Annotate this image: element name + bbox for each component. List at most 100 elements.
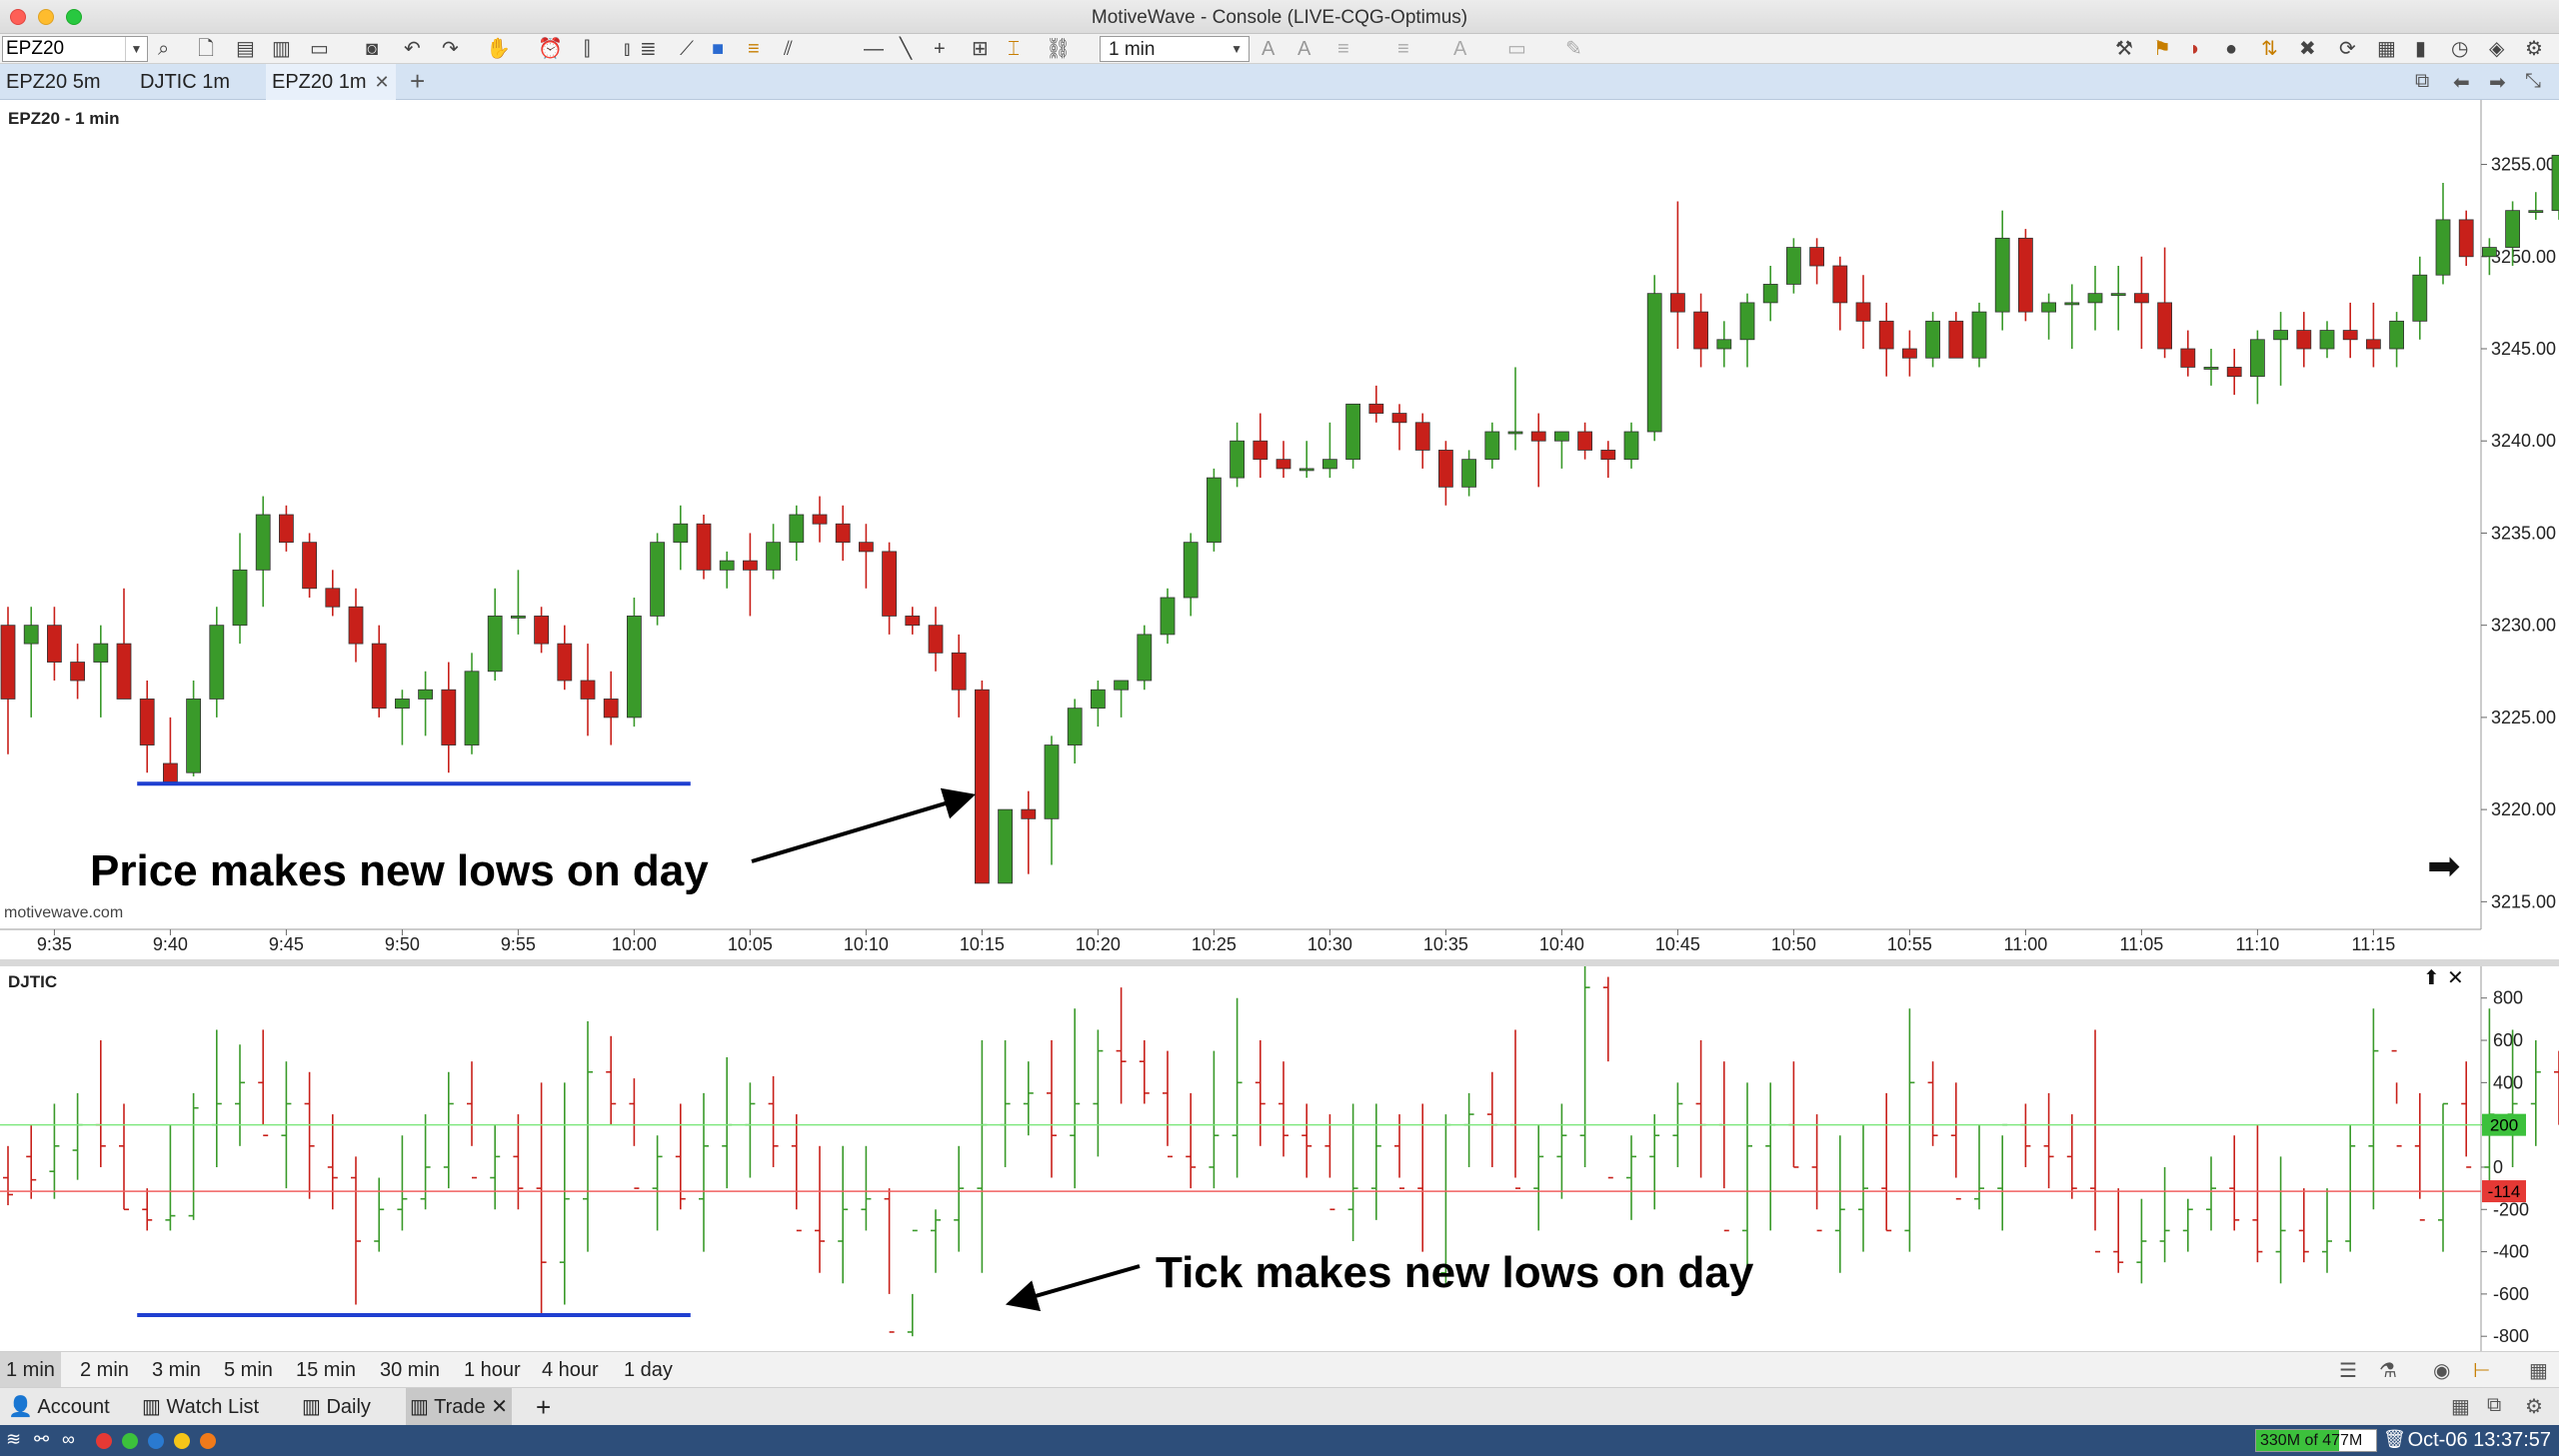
tab-djtic-1m[interactable]: DJTIC 1m bbox=[134, 64, 236, 100]
eye-icon[interactable]: ◉ bbox=[2433, 1358, 2450, 1383]
symbol-selector[interactable]: ▼ bbox=[2, 36, 148, 62]
candle bbox=[418, 671, 434, 736]
tools-icon[interactable]: ⚒ bbox=[2115, 38, 2133, 60]
price-tick-label: 3250.00 bbox=[2491, 247, 2556, 267]
save-as-icon[interactable]: ▥ bbox=[272, 38, 291, 60]
strategy-icon[interactable]: ⚑ bbox=[2153, 38, 2171, 60]
font-larger-icon[interactable]: A bbox=[1262, 38, 1275, 60]
bar-style-icon[interactable]: ⫾ bbox=[624, 38, 630, 60]
list-icon[interactable]: ☰ bbox=[2339, 1358, 2357, 1383]
clock-icon[interactable]: ◷ bbox=[2451, 38, 2468, 60]
fibonacci-icon[interactable]: ≡ bbox=[748, 38, 760, 60]
tick-bar bbox=[2368, 1008, 2379, 1210]
chart-area[interactable]: 9:35 9:40 9:45 9:50 9:55 10:00 10:05 10:10 10:15… bbox=[0, 100, 2559, 1351]
collapse-icon[interactable]: ⤡ bbox=[2525, 70, 2541, 93]
eraser-icon[interactable]: ◈ bbox=[2489, 38, 2504, 60]
timeframe-1hour[interactable]: 1 hour bbox=[458, 1352, 527, 1388]
workspace-tab-trade[interactable]: ▥ Trade ✕ bbox=[406, 1388, 512, 1426]
timeframe-1min[interactable]: 1 min bbox=[0, 1352, 61, 1388]
timeframe-4hour[interactable]: 4 hour bbox=[536, 1352, 605, 1388]
link-icon[interactable]: ⛓ bbox=[1046, 38, 1071, 60]
layout-icon[interactable]: ▦ bbox=[2451, 1394, 2470, 1419]
timeframe-30min[interactable]: 30 min bbox=[374, 1352, 446, 1388]
line-tool-icon[interactable]: ⟋ bbox=[680, 38, 694, 60]
arrow-right-icon[interactable]: ➡ bbox=[2489, 70, 2506, 95]
table-icon[interactable]: ▦ bbox=[2377, 38, 2396, 60]
timeframe-3min[interactable]: 3 min bbox=[146, 1352, 207, 1388]
close-icon[interactable]: ✕ bbox=[374, 72, 389, 92]
undo-icon[interactable]: ↶ bbox=[404, 38, 421, 60]
timeframe-15min[interactable]: 15 min bbox=[290, 1352, 362, 1388]
fill-color-icon[interactable]: ▭ bbox=[1507, 38, 1526, 60]
search-icon[interactable]: ⌕ bbox=[158, 38, 169, 60]
popout-icon[interactable]: ⧉ bbox=[2415, 70, 2429, 93]
font-smaller-icon[interactable]: A bbox=[1297, 38, 1310, 60]
tab-epz20-5m[interactable]: EPZ20 5m bbox=[0, 64, 106, 100]
ruler-icon[interactable]: ⊞ bbox=[972, 38, 989, 60]
time-tick-label: 10:05 bbox=[728, 934, 773, 954]
candle-body bbox=[557, 643, 573, 682]
alarm-icon[interactable]: ⏰ bbox=[538, 38, 563, 60]
interval-selector[interactable]: 1 min ▼ bbox=[1100, 36, 1250, 62]
chevron-down-icon[interactable]: ▼ bbox=[125, 37, 147, 61]
add-tab-button[interactable]: + bbox=[410, 66, 425, 96]
horizontal-line-icon[interactable]: — bbox=[864, 38, 884, 60]
trash-icon[interactable]: 🗑 bbox=[2383, 1429, 2406, 1450]
settings-tools-icon[interactable]: ✖ bbox=[2299, 38, 2316, 60]
chart-canvas[interactable]: 9:35 9:40 9:45 9:50 9:55 10:00 10:05 10:10 10:15… bbox=[0, 100, 2559, 1351]
scroll-right-icon[interactable]: ➡ bbox=[2427, 843, 2461, 889]
arrow-up-icon[interactable]: ⬆ bbox=[2423, 965, 2440, 989]
line-color-icon[interactable]: ✎ bbox=[1565, 38, 1582, 60]
close-icon[interactable]: ✕ bbox=[491, 1396, 508, 1418]
hand-icon[interactable]: ✋ bbox=[486, 38, 511, 60]
text-color-icon[interactable]: A bbox=[1453, 38, 1466, 60]
refresh-icon[interactable]: ⟳ bbox=[2339, 38, 2356, 60]
connection-icon[interactable]: ⚯ bbox=[34, 1429, 49, 1450]
magnet-icon[interactable]: ⌶ bbox=[1008, 38, 1020, 60]
rectangle-tool-icon[interactable]: ■ bbox=[712, 38, 724, 60]
workspace-tab-watch-list[interactable]: ▥ Watch List bbox=[138, 1388, 263, 1426]
time-tick-label: 10:10 bbox=[844, 934, 889, 954]
close-icon[interactable]: ✕ bbox=[2447, 965, 2464, 989]
study-icon[interactable]: ⚗ bbox=[2379, 1358, 2397, 1383]
time-tick-label: 9:55 bbox=[501, 934, 536, 954]
window-title: MotiveWave - Console (LIVE-CQG-Optimus) bbox=[1091, 7, 1468, 28]
workspace-tab-daily[interactable]: ▥ Daily bbox=[298, 1388, 375, 1426]
tab-epz20-1m[interactable]: EPZ20 1m ✕ bbox=[266, 64, 396, 100]
time-tick-label: 10:40 bbox=[1539, 934, 1584, 954]
book-icon[interactable]: ▮ bbox=[2415, 38, 2426, 60]
line-style-icon[interactable]: ≡ bbox=[1337, 38, 1349, 60]
gear-icon[interactable]: ⚙ bbox=[2525, 38, 2543, 60]
gear-icon[interactable]: ⚙ bbox=[2525, 1394, 2543, 1419]
crosshair-icon[interactable]: + bbox=[934, 38, 946, 60]
price-panel-title: EPZ20 - 1 min bbox=[8, 109, 119, 128]
new-file-icon[interactable]: 🗋 bbox=[198, 38, 214, 60]
camera-icon[interactable]: ◙ bbox=[366, 38, 378, 60]
timeframe-1day[interactable]: 1 day bbox=[618, 1352, 679, 1388]
align-icon[interactable]: ≣ bbox=[640, 38, 657, 60]
positions-icon[interactable]: ● bbox=[2225, 38, 2237, 60]
memory-meter[interactable]: 330M of 477M bbox=[2255, 1429, 2377, 1452]
symbol-input[interactable] bbox=[3, 37, 125, 61]
copy-icon[interactable]: ⧉ bbox=[2487, 1394, 2501, 1417]
panel-separator[interactable] bbox=[0, 959, 2559, 966]
arrow-left-icon[interactable]: ⬅ bbox=[2453, 70, 2470, 95]
sort-icon[interactable]: ⇅ bbox=[2261, 38, 2278, 60]
workspace-tab-account[interactable]: 👤 Account bbox=[4, 1388, 114, 1426]
calendar-icon[interactable]: ▦ bbox=[2529, 1358, 2548, 1383]
channel-icon[interactable]: ⫽ bbox=[784, 38, 793, 60]
save-icon[interactable]: ▤ bbox=[236, 38, 255, 60]
range-icon[interactable]: ⊢ bbox=[2473, 1358, 2490, 1383]
link-icon[interactable]: ∞ bbox=[62, 1429, 75, 1450]
timeframe-2min[interactable]: 2 min bbox=[74, 1352, 135, 1388]
order-icon[interactable]: ◗ bbox=[2189, 38, 2201, 60]
candle-icon[interactable]: ⫿ bbox=[584, 38, 590, 60]
line-width-icon[interactable]: ≡ bbox=[1397, 38, 1409, 60]
timeframe-5min[interactable]: 5 min bbox=[218, 1352, 279, 1388]
tick-bar bbox=[1904, 1008, 1915, 1252]
add-workspace-button[interactable]: + bbox=[532, 1388, 555, 1426]
open-folder-icon[interactable]: ▭ bbox=[310, 38, 329, 60]
chart-icon: ▥ bbox=[410, 1396, 429, 1418]
redo-icon[interactable]: ↷ bbox=[442, 38, 459, 60]
trend-line-icon[interactable]: ╲ bbox=[900, 38, 912, 60]
